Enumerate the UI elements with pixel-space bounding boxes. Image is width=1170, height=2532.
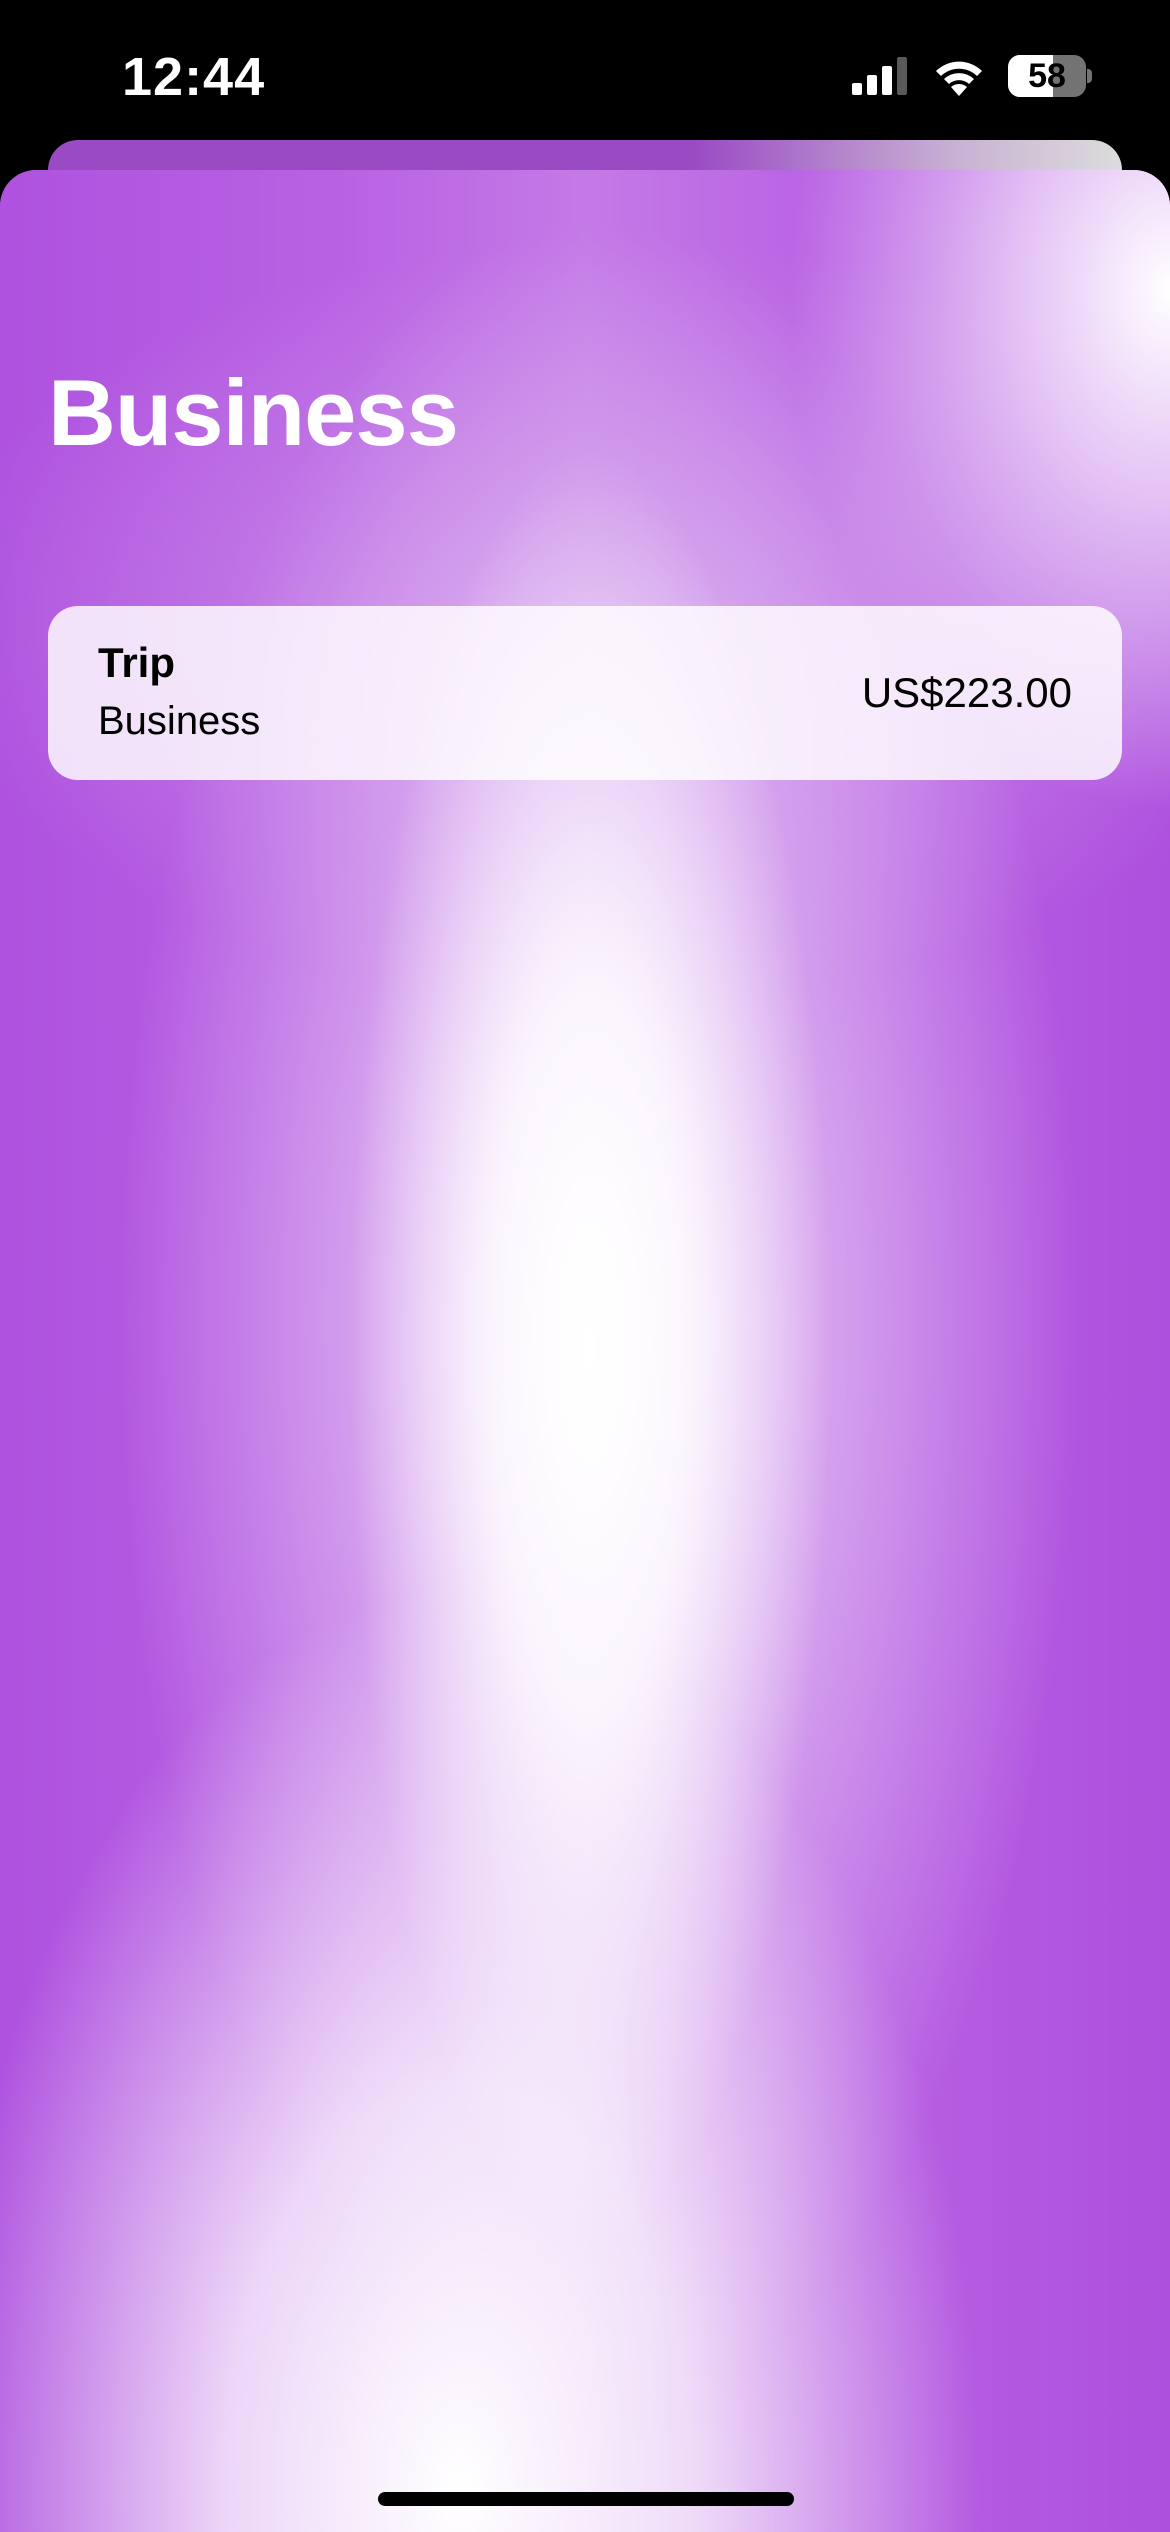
trip-list-item[interactable]: Trip Business US$223.00 [48, 606, 1122, 780]
cellular-signal-icon [852, 57, 910, 95]
status-icons: 58 [852, 54, 1092, 98]
trip-category: Business [98, 699, 261, 743]
battery-icon: 58 [1008, 55, 1092, 97]
trip-title: Trip [98, 639, 176, 686]
page-title: Business [48, 360, 459, 465]
trip-amount: US$223.00 [861, 669, 1072, 716]
wifi-icon [932, 56, 986, 96]
home-indicator[interactable] [378, 2492, 794, 2506]
app-screen: 12:44 58 Business Trip Business US$223.0… [0, 0, 1170, 2532]
battery-percent: 58 [1028, 57, 1066, 95]
status-time: 12:44 [122, 47, 266, 107]
modal-sheet: Business Trip Business US$223.00 [0, 170, 1170, 2532]
gradient-background [0, 170, 1170, 2532]
status-bar: 12:44 58 [0, 0, 1170, 150]
